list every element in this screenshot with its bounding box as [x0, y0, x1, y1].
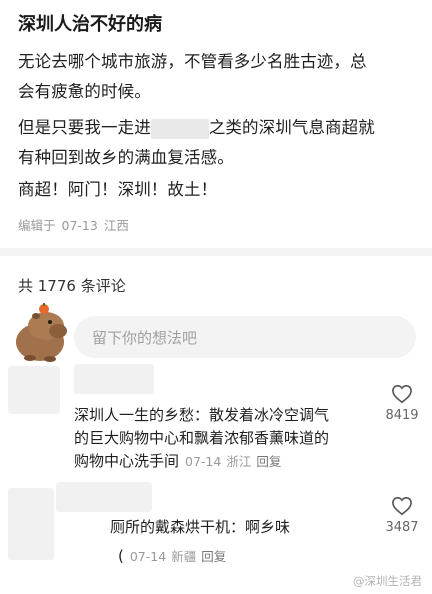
capybara-mascot — [10, 302, 74, 364]
post-body-line: 无论去哪个城市旅游，不管看多少名胜古迹，总 — [18, 52, 367, 71]
post-body-fragment: 但是只要我一走进 — [18, 118, 151, 137]
comment-location: 新疆 — [171, 549, 197, 564]
comment-text-line: 深圳人一生的乡愁：散发着冰冷空调气 — [74, 406, 330, 424]
post-title: 深圳人治不好的病 — [18, 14, 162, 35]
like-heart-icon[interactable] — [391, 496, 413, 520]
comment-body: 深圳人一生的乡愁：散发着冰冷空调气 的巨大购物中心和飘着浓郁香薰味道的 购物中心… — [74, 404, 329, 473]
comment-meta: 07-14 新疆 回复 — [130, 546, 231, 565]
comment-location: 浙江 — [226, 454, 252, 469]
comment-count: 共 1776 条评论 — [18, 277, 126, 295]
comment-date: 07-14 — [129, 549, 167, 564]
comment-text-line: 的巨大购物中心和飘着浓郁香薰味道的 — [74, 429, 330, 447]
edit-label: 编辑于 — [18, 218, 56, 233]
reply-button[interactable]: 回复 — [201, 549, 226, 564]
commenter-avatar-blurred[interactable] — [8, 366, 60, 414]
redacted-store-name — [150, 118, 209, 139]
like-count: 8419 — [385, 408, 419, 423]
comment-date: 07-14 — [185, 454, 222, 469]
post-body-line: 有种回到故乡的满血复活感。 — [18, 148, 234, 167]
comment-text-fragment: 购物中心洗手间 — [74, 452, 180, 470]
post-location: 江西 — [103, 218, 129, 233]
reply-button[interactable]: 回复 — [256, 454, 281, 469]
post-body-fragment: 之类的深圳气息商超就 — [208, 118, 375, 137]
post-body-line: 会有疲惫的时候。 — [18, 82, 151, 101]
like-count: 3487 — [385, 520, 419, 535]
comment-meta: 07-14 浙江 回复 — [185, 450, 286, 473]
comment-meta-row: ( 07-14 新疆 回复 — [118, 545, 231, 568]
post-body-line: 商超！阿门！深圳！故土！ — [18, 180, 218, 199]
commenter-name-blurred[interactable] — [56, 482, 152, 512]
comment-text-line: 厕所的戴森烘干机：啊乡味 — [110, 518, 291, 536]
like-heart-icon[interactable] — [391, 384, 413, 408]
comment-text-fragment: ( — [118, 547, 124, 565]
commenter-avatar-blurred[interactable] — [8, 488, 54, 560]
watermark: @深圳生活君 — [353, 574, 422, 588]
comment-input-placeholder: 留下你的想法吧 — [92, 329, 198, 347]
comment-text-line: 购物中心洗手间 07-14 浙江 回复 — [74, 450, 329, 473]
post-date: 07-13 — [61, 218, 98, 233]
section-divider — [0, 248, 432, 256]
post-meta: 编辑于 07-13 江西 — [18, 215, 135, 234]
post-body-line: 但是只要我一走进 之类的深圳气息商超就 — [18, 114, 375, 139]
comment-input[interactable]: 留下你的想法吧 — [74, 316, 416, 358]
commenter-name-blurred[interactable] — [74, 364, 154, 394]
